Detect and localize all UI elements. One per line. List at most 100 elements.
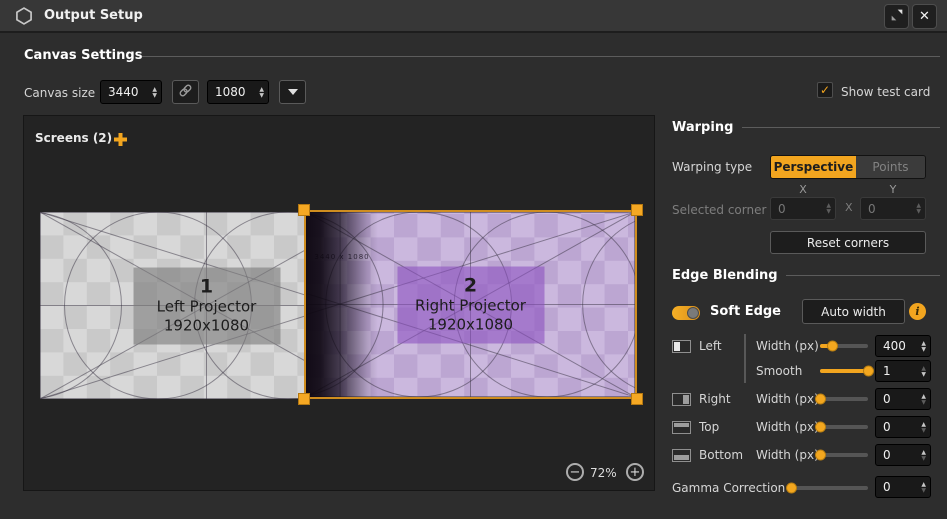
slider-knob[interactable] — [815, 422, 826, 433]
corner-handle-bottom-right[interactable] — [631, 393, 643, 405]
spin-down-icon[interactable]: ▼ — [259, 93, 264, 98]
corner-x-spinbox[interactable]: 0 ▲ ▼ — [770, 197, 836, 220]
left-params-divider — [744, 334, 746, 383]
bottom-width-spinbox[interactable]: 0 ▲ ▼ — [875, 444, 931, 466]
corner-x-header: X — [770, 183, 836, 196]
spin-up-icon[interactable]: ▲ — [921, 450, 926, 455]
resize-window-button[interactable] — [884, 4, 909, 29]
screen-1-label: 1 Left Projector 1920x1080 — [133, 267, 280, 344]
selected-corner-label: Selected corner — [672, 203, 766, 217]
warping-rule — [742, 127, 940, 128]
spin-down-icon[interactable]: ▼ — [921, 347, 926, 352]
corner-x-value: 0 — [771, 202, 826, 216]
edge-left-label: Left — [699, 339, 722, 353]
spin-down-icon[interactable]: ▼ — [921, 488, 926, 493]
soft-edge-blend-gradient — [306, 212, 378, 397]
slider-knob[interactable] — [827, 341, 838, 352]
slider-knob[interactable] — [863, 366, 874, 377]
zoom-out-button[interactable]: − — [566, 463, 584, 481]
spin-up-icon[interactable]: ▲ — [921, 366, 926, 371]
canvas-settings-title: Canvas Settings — [24, 48, 142, 63]
right-width-slider[interactable] — [820, 397, 868, 401]
left-width-value: 400 — [876, 339, 921, 353]
screen-name: Right Projector — [415, 297, 526, 316]
right-width-label: Width (px) — [756, 392, 819, 406]
show-test-card-checkbox[interactable]: ✓ — [817, 82, 833, 98]
bottom-width-slider[interactable] — [820, 453, 868, 457]
edge-top-icon — [672, 421, 691, 434]
corner-handle-bottom-left[interactable] — [298, 393, 310, 405]
corner-handle-top-left[interactable] — [298, 204, 310, 216]
reset-corners-button[interactable]: Reset corners — [770, 231, 926, 254]
info-icon[interactable]: i — [909, 303, 926, 320]
canvas-width-spinbox[interactable]: 3440 ▲ ▼ — [100, 80, 162, 104]
link-dimensions-button[interactable] — [172, 80, 199, 104]
warping-type-segmented-control: Perspective Points — [770, 155, 926, 179]
top-width-slider[interactable] — [820, 425, 868, 429]
edge-blending-title: Edge Blending — [672, 268, 778, 283]
gamma-correction-label: Gamma Correction — [672, 481, 785, 495]
warping-type-perspective-button[interactable]: Perspective — [771, 156, 856, 178]
spin-down-icon[interactable]: ▼ — [916, 209, 921, 214]
warping-type-points-button[interactable]: Points — [856, 156, 925, 178]
check-icon: ✓ — [820, 84, 830, 96]
slider-knob[interactable] — [786, 483, 797, 494]
window-title: Output Setup — [44, 8, 143, 23]
left-width-label: Width (px) — [756, 339, 819, 353]
toggle-knob — [687, 307, 699, 319]
left-width-slider[interactable] — [820, 344, 868, 348]
corner-y-value: 0 — [861, 202, 916, 216]
canvas-height-spinbox[interactable]: 1080 ▲ ▼ — [207, 80, 269, 104]
left-smooth-slider[interactable] — [820, 369, 868, 373]
gamma-correction-spinbox[interactable]: 0 ▲ ▼ — [875, 476, 931, 498]
spin-down-icon[interactable]: ▼ — [921, 428, 926, 433]
screen-2-label: 2 Right Projector 1920x1080 — [397, 266, 544, 343]
close-icon: ✕ — [919, 10, 930, 23]
titlebar: Output Setup ✕ — [0, 0, 947, 33]
left-smooth-label: Smooth — [756, 364, 802, 378]
right-width-value: 0 — [876, 392, 921, 406]
spin-down-icon[interactable]: ▼ — [152, 93, 157, 98]
canvas-size-preset-dropdown[interactable] — [279, 80, 306, 104]
edge-blending-rule — [786, 275, 940, 276]
soft-edge-toggle[interactable] — [672, 306, 700, 320]
spin-down-icon[interactable]: ▼ — [826, 209, 831, 214]
app-hexagon-logo-icon — [14, 6, 34, 26]
slider-knob[interactable] — [815, 450, 826, 461]
canvas-size-label: Canvas size — [24, 86, 95, 100]
auto-width-button[interactable]: Auto width — [802, 299, 905, 324]
add-screen-button[interactable] — [113, 132, 128, 151]
edge-bottom-icon — [672, 449, 691, 462]
spin-up-icon[interactable]: ▲ — [921, 422, 926, 427]
spin-down-icon[interactable]: ▼ — [921, 400, 926, 405]
slider-knob[interactable] — [815, 394, 826, 405]
gamma-correction-slider[interactable] — [788, 486, 868, 490]
canvas-width-value: 3440 — [101, 85, 152, 99]
corner-y-header: Y — [860, 183, 926, 196]
top-width-spinbox[interactable]: 0 ▲ ▼ — [875, 416, 931, 438]
output-setup-window: Output Setup ✕ Canvas Settings Canvas si… — [0, 0, 947, 519]
right-width-spinbox[interactable]: 0 ▲ ▼ — [875, 388, 931, 410]
left-smooth-value: 1 — [876, 364, 921, 378]
edge-left-icon — [672, 340, 691, 353]
spin-up-icon[interactable]: ▲ — [921, 341, 926, 346]
left-width-spinbox[interactable]: 400 ▲ ▼ — [875, 335, 931, 357]
plus-icon — [113, 132, 128, 151]
screen-2-right-projector[interactable]: 3440 x 1080 2 Right Projector 1920x1080 — [304, 210, 637, 399]
spin-down-icon[interactable]: ▼ — [921, 456, 926, 461]
spin-up-icon[interactable]: ▲ — [921, 482, 926, 487]
close-window-button[interactable]: ✕ — [912, 4, 937, 29]
corner-y-spinbox[interactable]: 0 ▲ ▼ — [860, 197, 926, 220]
left-smooth-spinbox[interactable]: 1 ▲ ▼ — [875, 360, 931, 382]
warping-title: Warping — [672, 120, 733, 135]
zoom-in-button[interactable]: + — [626, 463, 644, 481]
spin-up-icon[interactable]: ▲ — [259, 87, 264, 92]
bottom-width-value: 0 — [876, 448, 921, 462]
soft-edge-label: Soft Edge — [710, 304, 781, 319]
corner-handle-top-right[interactable] — [631, 204, 643, 216]
spin-down-icon[interactable]: ▼ — [921, 372, 926, 377]
spin-up-icon[interactable]: ▲ — [152, 87, 157, 92]
spin-up-icon[interactable]: ▲ — [921, 394, 926, 399]
canvas-height-value: 1080 — [208, 85, 259, 99]
resize-diagonal-icon — [889, 7, 905, 27]
